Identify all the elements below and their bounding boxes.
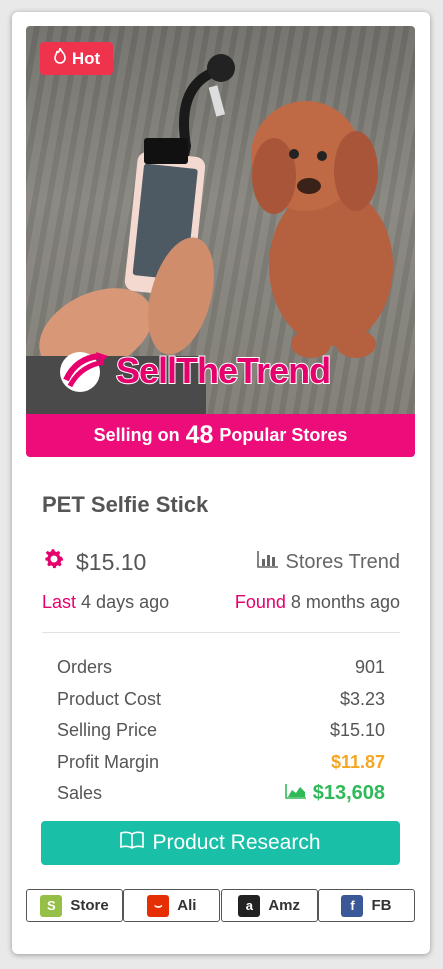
shopify-icon: S (40, 894, 63, 917)
facebook-icon: f (341, 894, 364, 917)
store-link-label: Store (70, 897, 109, 914)
stat-product-cost: Product Cost $3.23 (57, 684, 385, 716)
stat-label: Orders (57, 657, 113, 678)
stat-sales: Sales $13,608 (57, 778, 385, 810)
stat-profit-margin: Profit Margin $11.87 (57, 747, 385, 779)
price: $15.10 (42, 547, 146, 577)
sellthetrend-logo: SellTheTrend (56, 348, 332, 394)
dates-row: Last 4 days ago Found 8 months ago (42, 592, 400, 613)
product-title[interactable]: PET Selfie Stick (42, 492, 208, 518)
facebook-link-label: FB (371, 897, 392, 914)
divider (42, 632, 400, 633)
price-row: $15.10 Stores Trend (42, 547, 400, 577)
bar-chart-icon (257, 550, 279, 574)
stat-label: Profit Margin (57, 751, 160, 772)
banner-prefix: Selling on (93, 425, 180, 445)
price-value: $15.10 (76, 548, 147, 575)
ali-link-button[interactable]: ⌣ Ali (123, 889, 221, 922)
stat-label: Selling Price (57, 720, 158, 741)
hot-badge: Hot (40, 42, 113, 75)
stats-list: Orders 901 Product Cost $3.23 Selling Pr… (57, 652, 385, 810)
hot-badge-label: Hot (71, 48, 101, 68)
product-image[interactable]: Hot SellTheTrend (26, 26, 415, 414)
facebook-link-button[interactable]: f FB (317, 889, 415, 922)
stores-banner: Selling on 48 Popular Stores (26, 414, 415, 457)
amazon-link-label: Amz (268, 897, 300, 914)
found-value: 8 months ago (290, 592, 400, 612)
stat-value: $11.87 (330, 751, 385, 772)
product-research-label: Product Research (152, 831, 321, 854)
stores-trend-link[interactable]: Stores Trend (257, 550, 400, 574)
stores-trend-label: Stores Trend (285, 550, 400, 573)
amazon-link-button[interactable]: a Amz (220, 889, 318, 922)
last-label: Last (42, 592, 77, 612)
stat-label: Sales (57, 783, 103, 804)
flame-icon (53, 47, 67, 69)
logo-text: SellTheTrend (115, 349, 332, 392)
stat-orders: Orders 901 (57, 652, 385, 684)
stat-label: Product Cost (57, 688, 162, 709)
stat-selling-price: Selling Price $15.10 (57, 715, 385, 747)
sales-value-wrap: $13,608 (284, 782, 385, 805)
aliexpress-icon: ⌣ (147, 894, 170, 917)
stat-value: $15.10 (329, 720, 385, 741)
banner-suffix: Popular Stores (219, 425, 348, 445)
product-card: Hot SellTheTrend Selling on 48 Popular S… (12, 12, 430, 954)
found-date: Found 8 months ago (235, 592, 400, 613)
found-label: Found (234, 592, 286, 612)
last-value: 4 days ago (81, 592, 170, 612)
last-seen: Last 4 days ago (42, 592, 169, 613)
store-link-button[interactable]: S Store (26, 889, 123, 922)
book-icon (120, 831, 145, 855)
banner-store-count: 48 (185, 421, 214, 449)
area-chart-icon (284, 782, 307, 805)
stat-value: 901 (354, 657, 385, 678)
sellthetrend-logo-icon (60, 352, 108, 392)
marketplace-links: S Store ⌣ Ali a Amz f FB (26, 889, 415, 922)
product-research-button[interactable]: Product Research (41, 821, 400, 865)
stat-value: $3.23 (339, 688, 385, 709)
stat-value: $13,608 (312, 782, 385, 805)
amazon-icon: a (238, 894, 261, 917)
ali-link-label: Ali (177, 897, 197, 914)
gear-icon[interactable] (42, 547, 66, 577)
